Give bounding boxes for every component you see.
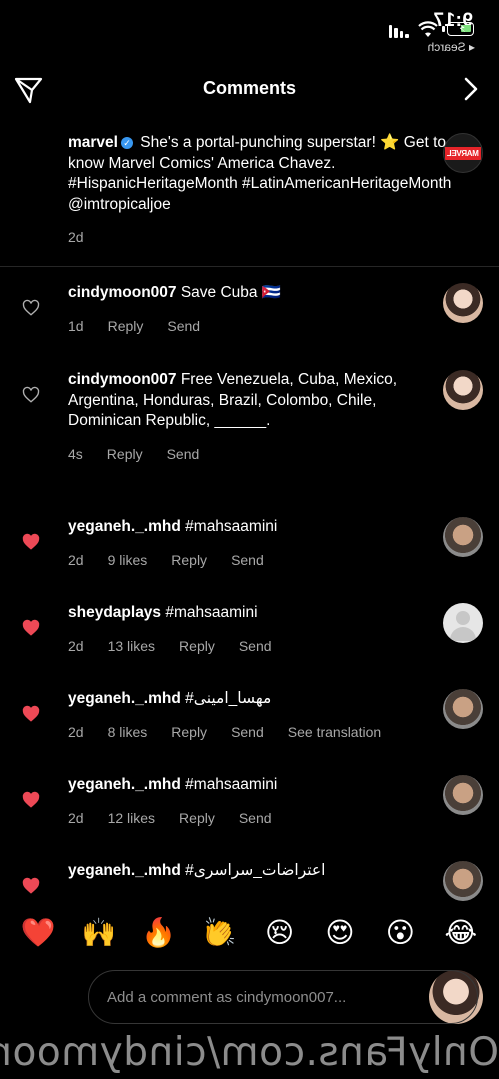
comment-time: 2d bbox=[68, 637, 84, 654]
caption-meta: 2d bbox=[68, 227, 468, 248]
commenter-avatar[interactable] bbox=[443, 861, 483, 901]
comments-screen: 9:17 ◂ Search ⚡ Comments MARVEL marvel ✓ … bbox=[0, 0, 499, 1079]
commenter-avatar[interactable] bbox=[443, 689, 483, 729]
battery-icon: ⚡ bbox=[447, 22, 474, 36]
comment-row: yeganeh._.mhd #مهسا_امینی 2d 8 likes Reply S… bbox=[0, 689, 499, 769]
commenter-avatar[interactable] bbox=[443, 603, 483, 643]
comment-username[interactable]: cindymoon007 bbox=[68, 371, 177, 388]
caption-divider bbox=[0, 266, 499, 267]
commenter-avatar[interactable] bbox=[443, 283, 483, 323]
caption-username[interactable]: marvel bbox=[68, 134, 118, 151]
direct-send-icon[interactable] bbox=[12, 72, 46, 106]
verified-badge-icon: ✓ bbox=[120, 137, 133, 149]
commenter-avatar[interactable] bbox=[443, 775, 483, 815]
comment-likes[interactable]: 9 likes bbox=[108, 550, 148, 571]
comment-likes[interactable]: 13 likes bbox=[108, 636, 155, 657]
commenter-avatar[interactable] bbox=[443, 517, 483, 557]
send-button[interactable]: Send bbox=[239, 636, 272, 657]
heart-icon[interactable] bbox=[22, 705, 40, 723]
emoji-reaction-button[interactable]: 😂 bbox=[439, 916, 483, 949]
comment-time: 4s bbox=[68, 445, 83, 462]
comment-text: #مهسا_امینی bbox=[185, 690, 272, 707]
comment-meta: 2d 9 likes Reply Send bbox=[68, 550, 428, 571]
reply-button[interactable]: Reply bbox=[171, 722, 207, 743]
comment-body: cindymoon007 Save Cuba 🇨🇺 1d Reply Send bbox=[68, 283, 428, 336]
comment-username[interactable]: yeganeh._.mhd bbox=[68, 776, 181, 793]
battery-tip bbox=[442, 26, 445, 32]
cellular-signal-icon bbox=[387, 24, 409, 38]
emoji-reaction-button[interactable]: 🔥 bbox=[137, 916, 181, 949]
reply-button[interactable]: Reply bbox=[179, 808, 215, 829]
emoji-reaction-button[interactable]: 😮 bbox=[378, 916, 422, 949]
heart-icon[interactable] bbox=[22, 619, 40, 637]
send-button[interactable]: Send bbox=[239, 808, 272, 829]
comment-likes[interactable]: 8 likes bbox=[108, 722, 148, 743]
comment-body: yeganeh._.mhd #اعتراضات_سراسری bbox=[68, 861, 428, 882]
send-button[interactable]: Send bbox=[167, 444, 200, 465]
see-translation-button[interactable]: See translation bbox=[288, 722, 381, 743]
comment-row: yeganeh._.mhd #mahsaamini 2d 9 likes Reply S… bbox=[0, 517, 499, 597]
heart-icon[interactable] bbox=[22, 299, 40, 317]
reply-button[interactable]: Reply bbox=[108, 316, 144, 337]
comment-meta: 1d Reply Send bbox=[68, 316, 428, 337]
heart-icon[interactable] bbox=[22, 877, 40, 895]
comment-row: sheydaplays #mahsaamini 2d 13 likes Reply Se… bbox=[0, 603, 499, 683]
post-caption: marvel ✓ She's a portal-punching supersta… bbox=[68, 133, 468, 248]
comment-body: sheydaplays #mahsaamini 2d 13 likes Reply Se… bbox=[68, 603, 428, 656]
comment-meta: 2d 13 likes Reply Send bbox=[68, 636, 428, 657]
emoji-reaction-button[interactable]: 🙌 bbox=[77, 916, 121, 949]
comment-username[interactable]: yeganeh._.mhd bbox=[68, 862, 181, 879]
comment-body: yeganeh._.mhd #mahsaamini 2d 9 likes Reply S… bbox=[68, 517, 428, 570]
send-button[interactable]: Send bbox=[167, 316, 200, 337]
reply-button[interactable]: Reply bbox=[179, 636, 215, 657]
commenter-avatar[interactable] bbox=[443, 370, 483, 410]
emoji-reaction-button[interactable]: ❤️ bbox=[16, 916, 60, 949]
page-title: Comments bbox=[202, 78, 296, 98]
comment-meta: 4s Reply Send bbox=[68, 444, 428, 465]
comment-text: #mahsaamini bbox=[185, 518, 278, 535]
comment-time: 2d bbox=[68, 723, 84, 740]
comment-body: cindymoon007 Free Venezuela, Cuba, Mexic… bbox=[68, 370, 428, 464]
send-button[interactable]: Send bbox=[231, 722, 264, 743]
heart-icon[interactable] bbox=[22, 791, 40, 809]
comment-username[interactable]: yeganeh._.mhd bbox=[68, 518, 181, 535]
wifi-icon bbox=[418, 21, 438, 37]
comment-text: Save Cuba 🇨🇺 bbox=[180, 284, 282, 301]
emoji-reaction-button[interactable]: 😢 bbox=[258, 916, 302, 949]
comment-username[interactable]: yeganeh._.mhd bbox=[68, 690, 181, 707]
comment-body: yeganeh._.mhd #mahsaamini 2d 12 likes Reply… bbox=[68, 775, 428, 828]
comment-username[interactable]: cindymoon007 bbox=[68, 284, 177, 301]
comment-body: yeganeh._.mhd #مهسا_امینی 2d 8 likes Reply S… bbox=[68, 689, 428, 742]
emoji-quick-reactions: ❤️ 🙌 🔥 👏 😢 😍 😮 😂 bbox=[0, 912, 499, 952]
comment-username[interactable]: sheydaplays bbox=[68, 604, 161, 621]
reply-button[interactable]: Reply bbox=[107, 444, 143, 465]
comment-meta: 2d 12 likes Reply Send bbox=[68, 808, 428, 829]
comment-input[interactable] bbox=[88, 970, 478, 1024]
reply-button[interactable]: Reply bbox=[171, 550, 207, 571]
comment-time: 1d bbox=[68, 317, 84, 334]
caption-time: 2d bbox=[68, 229, 84, 245]
watermark: OnlyFans.com/cindymoon bbox=[0, 1030, 499, 1075]
emoji-reaction-button[interactable]: 👏 bbox=[197, 916, 241, 949]
comment-meta: 2d 8 likes Reply Send See translation bbox=[68, 722, 428, 743]
comment-row: yeganeh._.mhd #mahsaamini 2d 12 likes Reply… bbox=[0, 775, 499, 855]
comment-row: cindymoon007 Free Venezuela, Cuba, Mexic… bbox=[0, 370, 499, 462]
comment-text: #اعتراضات_سراسری bbox=[185, 862, 326, 879]
heart-icon[interactable] bbox=[22, 386, 40, 404]
back-to-search-link[interactable]: ◂ Search bbox=[428, 40, 475, 54]
comment-text: #mahsaamini bbox=[185, 776, 278, 793]
comment-row: cindymoon007 Save Cuba 🇨🇺 1d Reply Send bbox=[0, 283, 499, 363]
emoji-reaction-button[interactable]: 😍 bbox=[318, 916, 362, 949]
comment-time: 2d bbox=[68, 551, 84, 568]
send-button[interactable]: Send bbox=[231, 550, 264, 571]
comment-likes[interactable]: 12 likes bbox=[108, 808, 155, 829]
comment-time: 2d bbox=[68, 809, 84, 826]
heart-icon[interactable] bbox=[22, 533, 40, 551]
comment-text: #mahsaamini bbox=[165, 604, 258, 621]
